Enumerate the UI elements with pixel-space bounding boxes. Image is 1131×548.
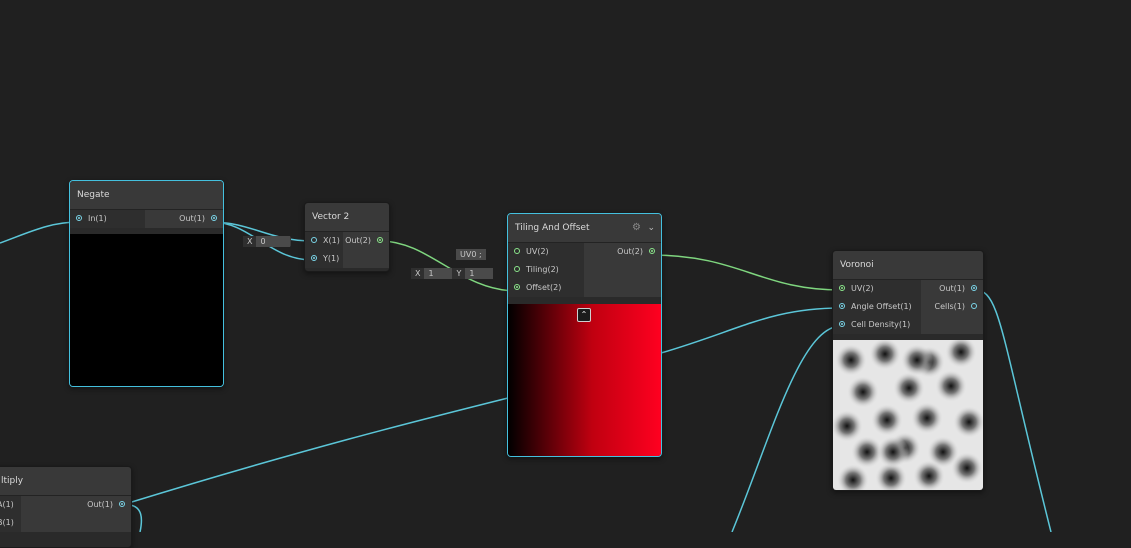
field-label: X — [411, 268, 425, 279]
wire-to-angle-offset[interactable] — [660, 307, 842, 354]
tiling-offset-node[interactable]: Tiling And Offset ⚙ ⌄ UV(2) Tiling(2) Of… — [507, 213, 662, 457]
port-dot-icon[interactable] — [971, 285, 977, 291]
multiply-output-out[interactable]: Out(1) — [21, 496, 131, 514]
port-dot-icon[interactable] — [514, 248, 520, 254]
port-dot-icon[interactable] — [377, 237, 383, 243]
voronoi-cell — [911, 402, 943, 434]
port-dot-icon[interactable] — [649, 248, 655, 254]
vector2-x-field[interactable]: X0 — [243, 236, 291, 247]
tiling-x-input[interactable]: 1 — [424, 268, 453, 279]
port-label: Out(1) — [939, 284, 965, 293]
uv-channel-field[interactable]: UV0 ; — [456, 249, 486, 260]
port-dot-icon[interactable] — [119, 501, 125, 507]
port-label: Cells(1) — [934, 302, 965, 311]
wire-offscreen-to-negate[interactable] — [0, 221, 80, 244]
voronoi-output-cells[interactable]: Cells(1) — [921, 298, 983, 316]
node-title-text: Tiling And Offset — [515, 223, 590, 233]
node-title[interactable]: Tiling And Offset ⚙ ⌄ — [508, 214, 661, 242]
uv-channel-dropdown[interactable]: UV0 ; — [456, 249, 486, 260]
port-label: Out(1) — [87, 500, 113, 509]
port-dot-icon[interactable] — [514, 284, 520, 290]
multiply-input-a[interactable]: A(1) — [0, 496, 21, 514]
port-label: UV(2) — [526, 247, 549, 256]
port-label: Out(1) — [179, 214, 205, 223]
port-dot-icon[interactable] — [839, 303, 845, 309]
port-dot-icon[interactable] — [514, 266, 520, 272]
voronoi-preview — [833, 340, 983, 490]
node-title[interactable]: ltiply — [0, 467, 131, 495]
port-dot-icon[interactable] — [839, 321, 845, 327]
voronoi-output-out[interactable]: Out(1) — [921, 280, 983, 298]
negate-input-in[interactable]: In(1) — [70, 210, 145, 228]
negate-output-out[interactable]: Out(1) — [145, 210, 223, 228]
chevron-up-icon[interactable]: ⌃ — [577, 308, 591, 322]
port-label: UV(2) — [851, 284, 874, 293]
port-label: X(1) — [323, 236, 340, 245]
multiply-node[interactable]: ltiply A(1) B(1) Out(1) — [0, 466, 132, 548]
tiling-preview — [508, 304, 661, 456]
multiply-input-b[interactable]: B(1) — [0, 514, 21, 532]
voronoi-cell — [871, 404, 903, 436]
field-label: Y — [452, 268, 466, 279]
voronoi-cell — [893, 372, 925, 404]
tiling-input-offset[interactable]: Offset(2) — [508, 279, 584, 297]
tiling-output-out[interactable]: Out(2) — [584, 243, 661, 261]
vector2-input-y[interactable]: Y(1) — [305, 250, 343, 268]
voronoi-input-uv[interactable]: UV(2) — [833, 280, 921, 298]
port-dot-icon[interactable] — [211, 215, 217, 221]
port-label: B(1) — [0, 518, 14, 527]
voronoi-cell — [951, 452, 983, 484]
port-label: Out(2) — [345, 236, 371, 245]
tiling-input-tiling[interactable]: Tiling(2) — [508, 261, 584, 279]
voronoi-cell — [935, 370, 967, 402]
gear-icon[interactable]: ⚙ — [632, 214, 641, 242]
x-value-input[interactable]: 0 — [256, 236, 291, 247]
field-label: X — [243, 236, 257, 247]
vector2-input-x[interactable]: X(1) — [305, 232, 343, 250]
voronoi-cell — [835, 344, 867, 376]
node-title[interactable]: Negate — [70, 181, 223, 209]
voronoi-node[interactable]: Voronoi UV(2) Angle Offset(1) Cell Densi… — [832, 250, 984, 491]
port-label: Cell Density(1) — [851, 320, 911, 329]
port-label: In(1) — [88, 214, 107, 223]
port-dot-icon[interactable] — [311, 255, 317, 261]
vector2-node[interactable]: Vector 2 X(1) Y(1) Out(2) — [304, 202, 390, 272]
chevron-down-icon[interactable]: ⌄ — [647, 214, 655, 242]
node-title-text: ltiply — [1, 476, 24, 486]
node-title[interactable]: Vector 2 — [305, 203, 389, 231]
voronoi-cell — [847, 376, 879, 408]
port-dot-icon[interactable] — [76, 215, 82, 221]
wire-vector2-to-offset[interactable] — [379, 240, 518, 292]
port-label: Out(2) — [617, 247, 643, 256]
voronoi-cell — [901, 344, 933, 376]
negate-preview — [70, 234, 223, 386]
port-dot-icon[interactable] — [839, 285, 845, 291]
voronoi-input-angle-offset[interactable]: Angle Offset(1) — [833, 298, 921, 316]
vector2-output-out[interactable]: Out(2) — [343, 232, 389, 250]
wire-voronoi-out[interactable] — [974, 289, 1052, 532]
port-label: Tiling(2) — [526, 265, 559, 274]
port-dot-icon[interactable] — [311, 237, 317, 243]
wire-tiling-to-voronoi-uv[interactable] — [650, 254, 842, 291]
port-label: Angle Offset(1) — [851, 302, 912, 311]
port-dot-icon[interactable] — [971, 303, 977, 309]
port-label: Y(1) — [323, 254, 340, 263]
negate-node[interactable]: Negate In(1) Out(1) — [69, 180, 224, 387]
voronoi-input-cell-density[interactable]: Cell Density(1) — [833, 316, 921, 334]
node-title[interactable]: Voronoi — [833, 251, 983, 279]
wire-multiply-out[interactable] — [121, 397, 509, 506]
port-label: Offset(2) — [526, 283, 562, 292]
tiling-xy-field[interactable]: X1Y1 — [411, 268, 494, 279]
tiling-y-input[interactable]: 1 — [465, 268, 494, 279]
tiling-input-uv[interactable]: UV(2) — [508, 243, 584, 261]
voronoi-cell — [877, 436, 909, 468]
wire-to-cell-density[interactable] — [731, 325, 842, 532]
port-label: A(1) — [0, 500, 14, 509]
